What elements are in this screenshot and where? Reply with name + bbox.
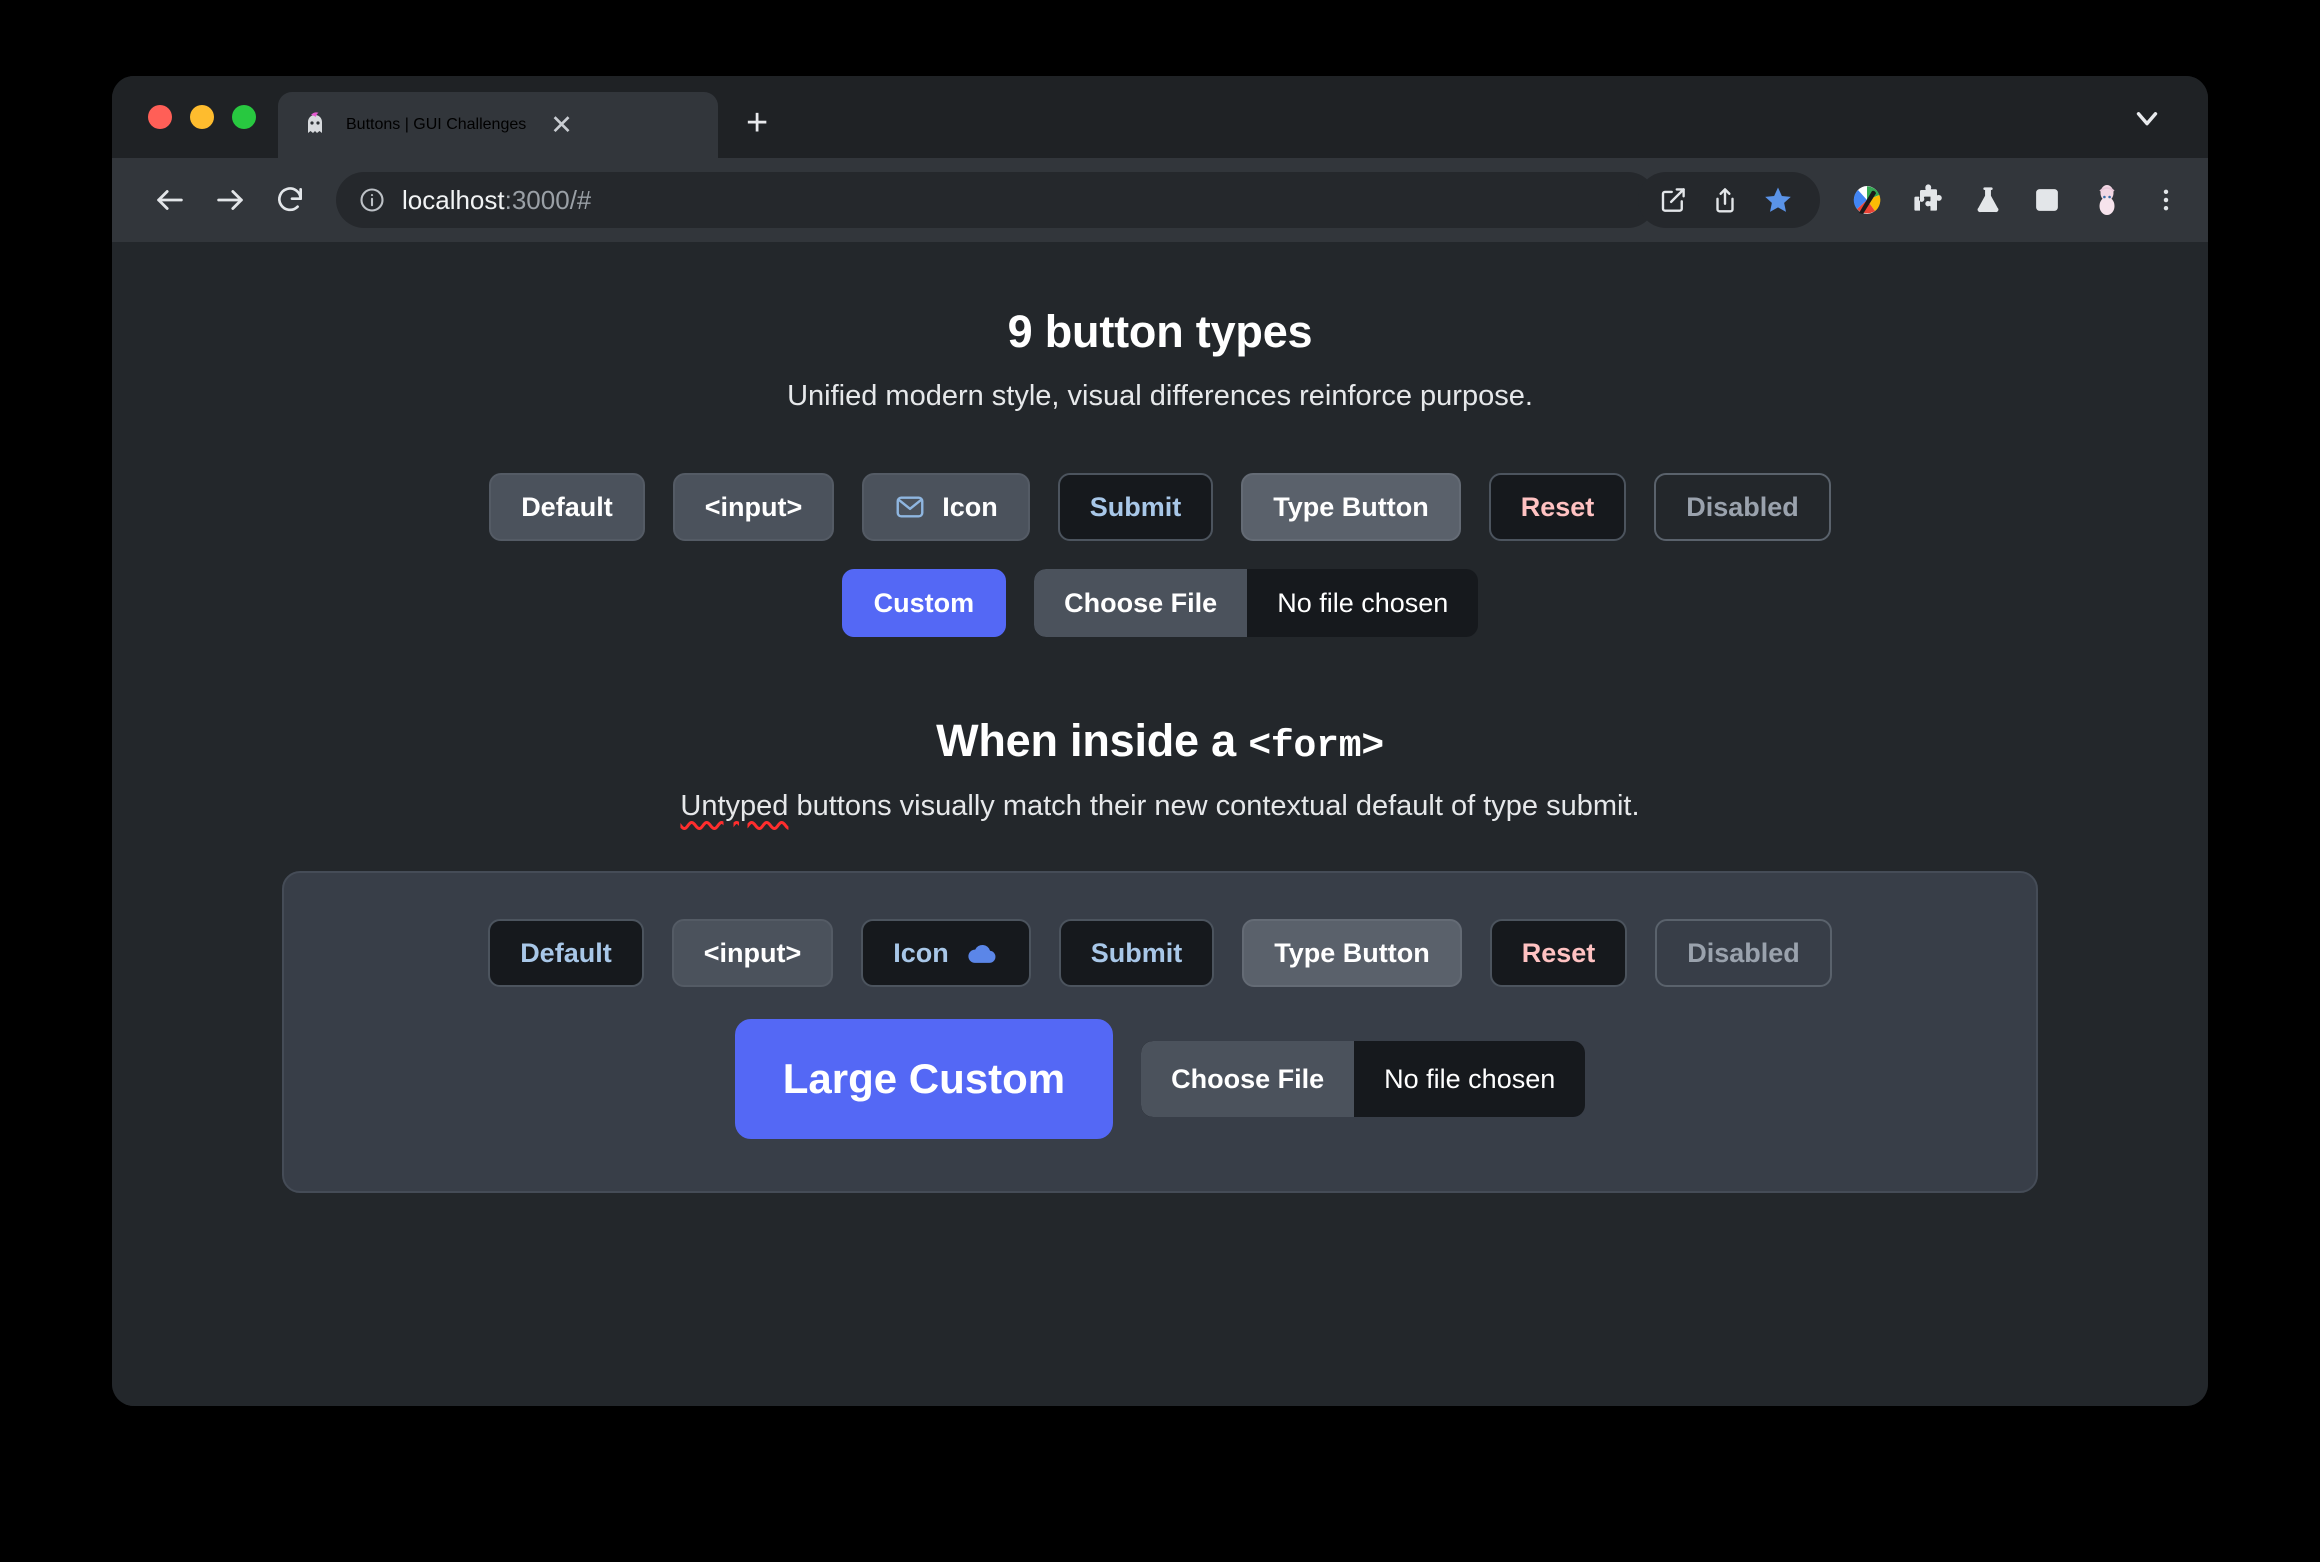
window-traffic-lights xyxy=(112,76,278,158)
form-button-disabled: Disabled xyxy=(1655,919,1832,987)
form-file-status-label: No file chosen xyxy=(1384,1063,1556,1094)
button-label: Icon xyxy=(893,937,949,968)
button-row-custom-file: Custom Choose File No file chosen xyxy=(112,569,2208,637)
form-file-input[interactable]: Choose File No file chosen xyxy=(1141,1041,1586,1117)
form-button-large-custom[interactable]: Large Custom xyxy=(734,1019,1114,1139)
button-label: <input> xyxy=(703,937,802,968)
form-button-input[interactable]: <input> xyxy=(671,919,834,987)
info-icon[interactable] xyxy=(358,186,386,214)
back-icon[interactable] xyxy=(142,172,198,228)
button-label: Icon xyxy=(942,491,998,522)
browser-tab-active[interactable]: Buttons | GUI Challenges ✕ xyxy=(278,92,718,158)
button-default[interactable]: Default xyxy=(489,473,645,541)
button-label: Submit xyxy=(1089,491,1182,522)
form-button-row-types: Default <input> Icon Submit Type Button xyxy=(284,919,2036,987)
profile-avatar-icon[interactable] xyxy=(2090,183,2124,217)
address-bar[interactable]: localhost:3000/# xyxy=(336,172,1656,228)
button-label: Reset xyxy=(1520,491,1595,522)
minimize-window-button[interactable] xyxy=(190,105,214,129)
form-section-title: When inside a <form> xyxy=(112,637,2208,768)
ghost-favicon-icon xyxy=(300,110,330,140)
button-label: Reset xyxy=(1521,937,1596,968)
button-row-types: Default <input> Icon Submit Type Button … xyxy=(112,473,2208,541)
cloud-icon xyxy=(965,936,999,970)
button-label: Large Custom xyxy=(782,1055,1066,1102)
form-button-reset[interactable]: Reset xyxy=(1489,919,1628,987)
share-icon[interactable] xyxy=(1710,185,1740,215)
button-label: <input> xyxy=(704,491,803,522)
envelope-icon xyxy=(894,491,926,523)
three-dot-menu-icon[interactable] xyxy=(2152,186,2180,214)
bookmark-star-icon[interactable] xyxy=(1762,184,1794,216)
misspelled-word: Untyped xyxy=(680,790,789,822)
button-disabled: Disabled xyxy=(1654,473,1831,541)
omnibox-action-icons xyxy=(1638,172,1820,228)
form-section-title-prefix: When inside a xyxy=(936,715,1249,766)
form-button-default[interactable]: Default xyxy=(488,919,644,987)
form-choose-file-button[interactable]: Choose File xyxy=(1141,1041,1355,1117)
button-label: Custom xyxy=(873,587,975,618)
address-bar-url: localhost:3000/# xyxy=(402,185,591,216)
reload-icon[interactable] xyxy=(262,172,318,228)
button-label: Submit xyxy=(1090,937,1183,968)
chevron-down-icon[interactable] xyxy=(2130,101,2164,140)
button-reset[interactable]: Reset xyxy=(1488,473,1627,541)
button-label: Disabled xyxy=(1686,491,1799,522)
forward-icon[interactable] xyxy=(202,172,258,228)
side-panel-icon[interactable] xyxy=(2032,185,2062,215)
extension-icons xyxy=(1824,183,2180,217)
file-status-label: No file chosen xyxy=(1277,587,1449,618)
choose-file-button[interactable]: Choose File xyxy=(1034,569,1248,637)
page-title: 9 button types xyxy=(1007,306,1313,357)
button-label: Type Button xyxy=(1274,937,1430,968)
new-tab-button[interactable]: + xyxy=(718,104,780,158)
button-label: Disabled xyxy=(1687,937,1800,968)
button-custom[interactable]: Custom xyxy=(841,569,1007,637)
form-subtitle-rest: buttons visually match their new context… xyxy=(788,790,1640,822)
page-content: 9 button types Unified modern style, vis… xyxy=(112,242,2208,1406)
button-type-button[interactable]: Type Button xyxy=(1241,473,1461,541)
url-host: localhost xyxy=(402,184,505,215)
button-icon[interactable]: Icon xyxy=(862,473,1030,541)
palette-extension-icon[interactable] xyxy=(1850,183,1884,217)
form-button-submit[interactable]: Submit xyxy=(1058,919,1215,987)
browser-toolbar: localhost:3000/# xyxy=(112,158,2208,242)
labs-flask-icon[interactable] xyxy=(1972,184,2004,216)
form-button-icon[interactable]: Icon xyxy=(861,919,1031,987)
browser-tab-title: Buttons | GUI Challenges xyxy=(346,116,527,133)
puzzle-extensions-icon[interactable] xyxy=(1912,184,1944,216)
form-tag-label: <form> xyxy=(1248,725,1384,768)
open-in-new-icon[interactable] xyxy=(1658,185,1688,215)
tab-strip: Buttons | GUI Challenges ✕ + xyxy=(112,76,2208,158)
form-button-row-custom-file: Large Custom Choose File No file chosen xyxy=(284,1019,2036,1139)
close-tab-button[interactable]: ✕ xyxy=(542,111,581,139)
close-window-button[interactable] xyxy=(148,105,172,129)
button-label: Default xyxy=(521,491,613,522)
button-submit[interactable]: Submit xyxy=(1057,473,1214,541)
maximize-window-button[interactable] xyxy=(232,105,256,129)
file-input[interactable]: Choose File No file chosen xyxy=(1034,569,1479,637)
button-input[interactable]: <input> xyxy=(672,473,835,541)
form-section-subtitle: Untyped buttons visually match their new… xyxy=(112,768,2208,823)
button-label: Type Button xyxy=(1273,491,1429,522)
browser-window: Buttons | GUI Challenges ✕ + localhost:3… xyxy=(112,76,2208,1406)
url-path: :3000/# xyxy=(504,184,592,215)
form-button-type-button[interactable]: Type Button xyxy=(1242,919,1462,987)
page-subtitle: Unified modern style, visual differences… xyxy=(787,380,1533,412)
button-label: Default xyxy=(520,937,612,968)
form-container: Default <input> Icon Submit Type Button xyxy=(282,871,2038,1193)
